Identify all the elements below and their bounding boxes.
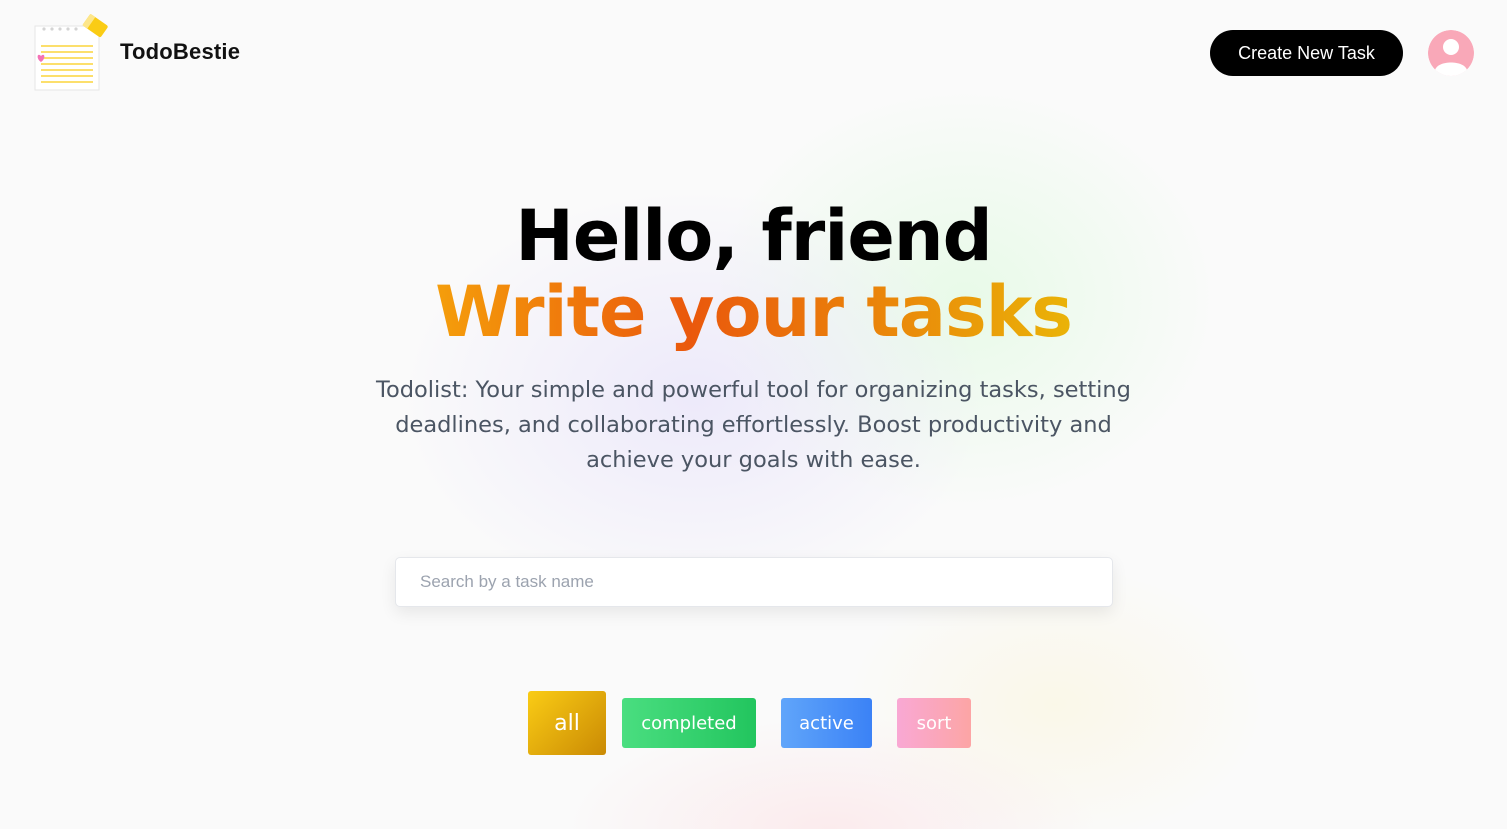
search-input[interactable] bbox=[395, 557, 1113, 607]
user-avatar-icon[interactable] bbox=[1428, 30, 1474, 76]
filter-completed-button[interactable]: completed bbox=[622, 698, 756, 748]
filter-active-button[interactable]: active bbox=[781, 698, 872, 748]
hero-subtitle: Write your tasks bbox=[0, 272, 1507, 352]
hero-description: Todolist: Your simple and powerful tool … bbox=[376, 377, 1131, 473]
notepad-logo-icon[interactable] bbox=[32, 13, 112, 94]
brand-name[interactable]: TodoBestie bbox=[120, 39, 240, 65]
sort-button[interactable]: sort bbox=[897, 698, 971, 748]
filter-all-button[interactable]: all bbox=[528, 691, 606, 755]
hero-title: Hello, friend bbox=[515, 195, 993, 277]
create-new-task-button[interactable]: Create New Task bbox=[1210, 30, 1403, 76]
hero-subtitle-text: Write your tasks bbox=[435, 271, 1073, 353]
